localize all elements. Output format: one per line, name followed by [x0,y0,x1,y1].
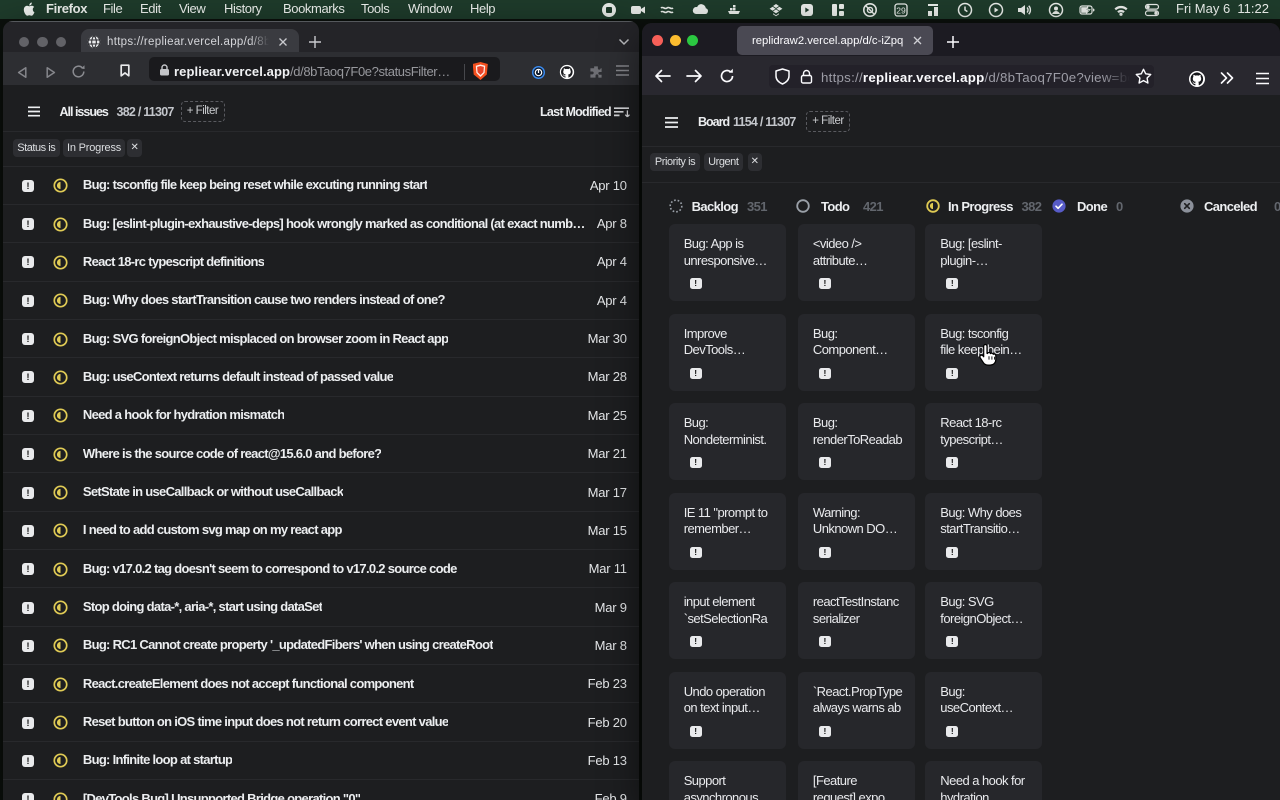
svg-text:29: 29 [896,5,906,15]
